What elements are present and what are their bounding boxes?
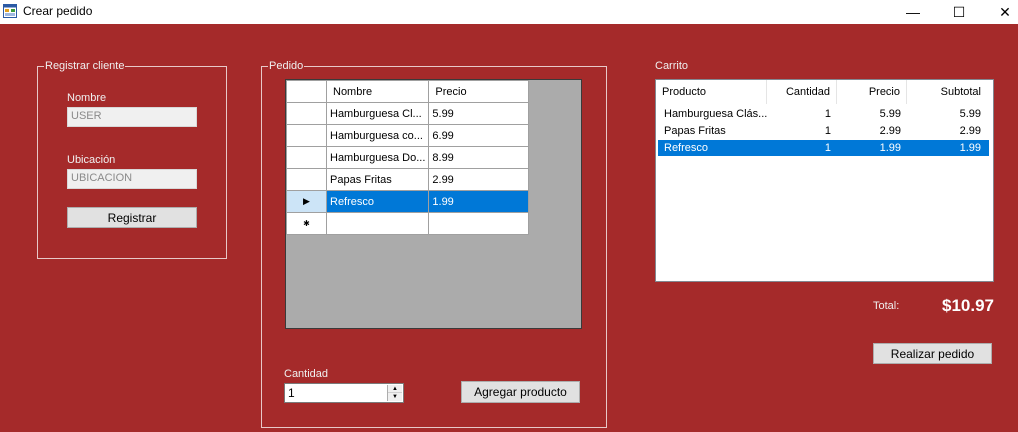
cantidad-spin-buttons[interactable]: ▲ ▼ [387,385,402,401]
grid-corner-cell [286,80,327,103]
grid-cell-nombre[interactable]: Hamburguesa co... [325,124,430,147]
grid-cell-nombre[interactable]: Hamburguesa Do... [325,146,430,169]
minimize-button[interactable]: — [890,0,936,24]
grid-row[interactable]: Hamburguesa Do... 8.99 [286,146,530,169]
row-header-cell[interactable] [286,102,327,125]
grid-column-header-nombre[interactable]: Nombre [325,80,430,103]
grid-column-header-precio[interactable]: Precio [428,80,530,103]
carrito-cell-cantidad: 1 [824,125,831,137]
carrito-row[interactable]: Hamburguesa Clás... 1 5.99 5.99 [658,106,989,122]
carrito-cell-producto: Papas Fritas [664,125,726,137]
grid-cell-precio[interactable]: 5.99 [428,102,530,125]
agregar-producto-button[interactable]: Agregar producto [461,381,580,403]
carrito-column-cantidad[interactable]: Cantidad [767,80,837,104]
grid-cell-precio[interactable]: 1.99 [428,190,530,213]
maximize-icon: ☐ [952,3,966,20]
registrar-cliente-title: Registrar cliente [44,60,126,72]
grid-cell-precio[interactable] [428,212,530,235]
title-bar: Crear pedido — ☐ ✕ [0,0,1018,24]
grid-cell-precio[interactable]: 8.99 [428,146,530,169]
carrito-cell-precio: 2.99 [879,125,901,137]
grid-cell-nombre[interactable]: Refresco [325,190,430,213]
grid-header-row: Nombre Precio [286,80,530,103]
realizar-pedido-button[interactable]: Realizar pedido [873,343,992,364]
row-header-cell[interactable] [286,124,327,147]
grid-row[interactable]: Hamburguesa Cl... 5.99 [286,102,530,125]
carrito-cell-producto: Hamburguesa Clás... [664,108,767,120]
grid-cell-precio[interactable]: 2.99 [428,168,530,191]
ubicacion-label: Ubicación [67,154,116,166]
carrito-column-subtotal[interactable]: Subtotal [907,80,987,104]
maximize-button[interactable]: ☐ [936,0,982,24]
grid-cell-nombre[interactable]: Papas Fritas [325,168,430,191]
carrito-cell-subtotal: 1.99 [959,142,981,154]
close-button[interactable]: ✕ [982,0,1018,24]
spin-up-icon[interactable]: ▲ [388,385,402,393]
grid-cell-precio[interactable]: 6.99 [428,124,530,147]
carrito-cell-precio: 1.99 [879,142,901,154]
carrito-cell-producto: Refresco [664,142,709,154]
carrito-cell-cantidad: 1 [824,108,831,120]
grid-row[interactable]: Papas Fritas 2.99 [286,168,530,191]
carrito-cell-subtotal: 5.99 [959,108,981,120]
carrito-cell-cantidad: 1 [824,142,831,154]
grid-cell-nombre[interactable] [325,212,430,235]
spin-down-icon[interactable]: ▼ [388,393,402,401]
grid-cell-nombre[interactable]: Hamburguesa Cl... [325,102,430,125]
new-row-asterisk-icon[interactable]: ✱ [286,212,327,235]
minimize-icon: — [906,4,920,20]
carrito-cell-subtotal: 2.99 [959,125,981,137]
ubicacion-field[interactable]: UBICACION [67,169,197,189]
grid-new-row[interactable]: ✱ [286,212,530,235]
carrito-cell-precio: 5.99 [879,108,901,120]
nombre-field[interactable]: USER [67,107,197,127]
pedido-title: Pedido [268,60,305,72]
carrito-column-precio[interactable]: Precio [837,80,907,104]
cantidad-label: Cantidad [284,368,329,380]
carrito-list[interactable]: Producto Cantidad Precio Subtotal Hambur… [655,79,994,282]
registrar-cliente-group: Registrar cliente [37,60,227,259]
carrito-label: Carrito [655,60,689,72]
row-header-cell[interactable] [286,168,327,191]
current-row-arrow-icon[interactable]: ▶ [286,190,327,213]
carrito-column-producto[interactable]: Producto [656,80,767,104]
carrito-header: Producto Cantidad Precio Subtotal [656,80,993,104]
row-header-cell[interactable] [286,146,327,169]
carrito-row-selected[interactable]: Refresco 1 1.99 1.99 [658,140,989,156]
registrar-button[interactable]: Registrar [67,207,197,228]
close-icon: ✕ [999,3,1011,20]
cantidad-stepper[interactable]: 1 ▲ ▼ [284,383,404,403]
form-icon [3,4,17,18]
total-label: Total: [873,300,900,312]
grid-row[interactable]: Hamburguesa co... 6.99 [286,124,530,147]
total-value: $10.97 [942,296,994,315]
grid-row-selected[interactable]: ▶ Refresco 1.99 [286,190,530,213]
nombre-label: Nombre [67,92,107,104]
window-title: Crear pedido [23,4,93,18]
productos-grid[interactable]: Nombre Precio Hamburguesa Cl... 5.99 Ham… [285,79,582,329]
carrito-row[interactable]: Papas Fritas 1 2.99 2.99 [658,123,989,139]
cantidad-value[interactable]: 1 [288,386,295,400]
